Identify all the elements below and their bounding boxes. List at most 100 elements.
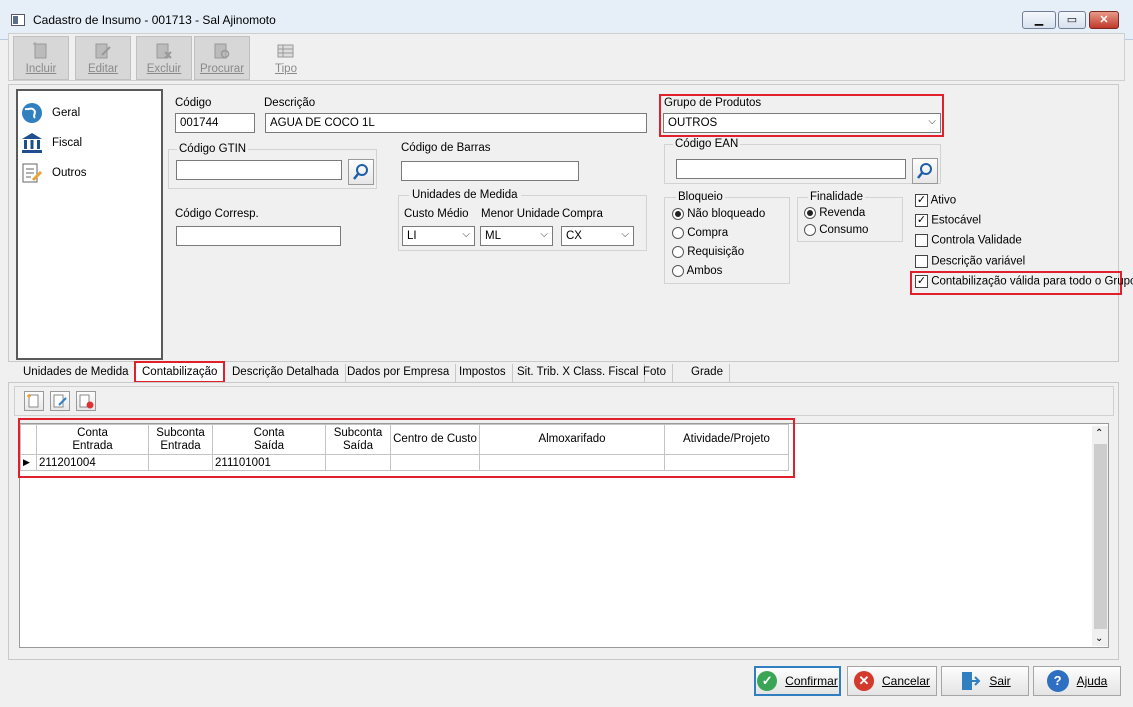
gtin-label: Código GTIN <box>177 143 249 155</box>
scroll-up-icon[interactable]: ⌃ <box>1095 428 1103 439</box>
procurar-button[interactable]: Procurar <box>194 36 250 80</box>
incluir-button[interactable]: Incluir <box>13 36 69 80</box>
finalidade-option[interactable]: Revenda <box>804 207 865 219</box>
maximize-button[interactable]: ▭ <box>1058 11 1086 29</box>
new-document-icon <box>33 42 47 59</box>
nav-item-outros[interactable]: Outros <box>20 161 87 185</box>
chevron-down-icon: ⌵ <box>540 229 548 240</box>
window-icon <box>11 14 25 26</box>
globe-icon <box>22 103 42 123</box>
search-document-icon <box>214 43 230 59</box>
delete-document-icon <box>156 43 172 59</box>
excluir-label: Excluir <box>146 63 182 75</box>
cancelar-label: Cancelar <box>881 674 931 688</box>
confirmar-label: Confirmar <box>785 674 838 688</box>
close-button[interactable]: ✕ <box>1089 11 1119 29</box>
ean-label: Código EAN <box>673 138 741 150</box>
ean-field[interactable] <box>676 159 906 179</box>
radio-button[interactable] <box>804 207 816 219</box>
tab-impostos[interactable]: Impostos <box>453 364 513 383</box>
check-circle-icon: ✓ <box>757 671 778 691</box>
radio-button[interactable] <box>672 227 684 239</box>
finalidade-option[interactable]: Consumo <box>804 224 868 236</box>
exit-door-icon <box>962 672 981 690</box>
editar-button[interactable]: Editar <box>75 36 131 80</box>
cancelar-button[interactable]: ✕ Cancelar <box>847 666 937 696</box>
search-icon <box>917 163 932 179</box>
grid-highlight <box>18 418 795 478</box>
tab-grade[interactable]: Grade <box>685 364 730 383</box>
tab-foto[interactable]: Foto <box>637 364 674 383</box>
radio-button[interactable] <box>672 265 684 277</box>
scroll-down-icon[interactable]: ⌄ <box>1095 633 1103 644</box>
bloqueio-label: Ambos <box>686 265 723 278</box>
nav-item-geral[interactable]: Geral <box>20 101 80 125</box>
codigo-field[interactable]: 001744 <box>175 113 255 133</box>
edit-row-icon <box>53 394 67 408</box>
nav-label-geral: Geral <box>52 107 81 119</box>
tab-sit-trib[interactable]: Sit. Trib. X Class. Fiscal <box>511 364 646 383</box>
nav-label-fiscal: Fiscal <box>52 137 83 149</box>
grid-edit-button[interactable] <box>50 391 70 411</box>
radio-button[interactable] <box>672 208 684 220</box>
checkbox-box <box>915 255 928 268</box>
bloqueio-option[interactable]: Não bloqueado <box>672 208 765 220</box>
radio-button[interactable] <box>804 224 816 236</box>
ativo-checkbox[interactable]: ✓ Ativo <box>915 194 956 207</box>
gtin-field[interactable] <box>176 160 342 180</box>
grupo-value: OUTROS <box>668 117 718 129</box>
window-title: Cadastro de Insumo - 001713 - Sal Ajinom… <box>33 13 276 27</box>
tab-descricao-detalhada[interactable]: Descrição Detalhada <box>226 364 346 383</box>
check-icon: ✓ <box>915 214 928 227</box>
new-row-icon <box>27 394 39 408</box>
bloqueio-option[interactable]: Compra <box>672 227 728 239</box>
grid-scroll-thumb[interactable] <box>1094 444 1107 629</box>
finalidade-label: Revenda <box>819 207 866 220</box>
sair-button[interactable]: Sair <box>941 666 1029 696</box>
tab-dados-por-empresa[interactable]: Dados por Empresa <box>341 364 457 383</box>
tipo-button[interactable]: Tipo <box>258 36 314 80</box>
tab-unidades-de-medida[interactable]: Unidades de Medida <box>17 364 136 383</box>
descricao-variavel-checkbox[interactable]: Descrição variável <box>915 255 1025 268</box>
bloqueio-option[interactable]: Requisição <box>672 246 744 258</box>
compra-label: Compra <box>562 208 603 220</box>
check-icon: ✓ <box>915 275 928 288</box>
check-icon: ✓ <box>915 194 928 207</box>
confirmar-button[interactable]: ✓ Confirmar <box>754 666 841 696</box>
bloqueio-label: Compra <box>687 227 729 240</box>
grid-delete-button[interactable] <box>76 391 96 411</box>
descricao-field[interactable]: AGUA DE COCO 1L <box>265 113 647 133</box>
nav-item-fiscal[interactable]: Fiscal <box>20 131 82 155</box>
bloqueio-option[interactable]: Ambos <box>672 265 722 277</box>
grupo-select[interactable]: OUTROS ⌵ <box>663 113 941 133</box>
help-icon: ? <box>1046 670 1069 692</box>
validade-label: Controla Validade <box>931 234 1022 247</box>
ean-search-button[interactable] <box>912 158 938 184</box>
estocavel-checkbox[interactable]: ✓ Estocável <box>915 214 981 227</box>
barras-field[interactable] <box>401 161 579 181</box>
descricao-variavel-label: Descrição variável <box>931 255 1026 268</box>
minimize-button[interactable]: ▁ <box>1022 11 1056 29</box>
validade-checkbox[interactable]: Controla Validade <box>915 234 1022 247</box>
codigo-label: Código <box>175 97 212 109</box>
ajuda-button[interactable]: ? Ajuda <box>1033 666 1121 696</box>
compra-select[interactable]: CX ⌵ <box>561 226 634 246</box>
tab-contabilizacao[interactable]: Contabilização <box>134 361 226 383</box>
corresp-field[interactable] <box>176 226 341 246</box>
contabilizacao-grupo-label: Contabilização válida para todo o Grupo <box>931 275 1133 288</box>
corresp-label: Código Corresp. <box>175 208 259 220</box>
bloqueio-label: Não bloqueado <box>687 208 766 221</box>
finalidade-label: Consumo <box>819 224 869 237</box>
excluir-button[interactable]: Excluir <box>136 36 192 80</box>
custo-select[interactable]: LI ⌵ <box>402 226 475 246</box>
nav-label-outros: Outros <box>52 167 87 179</box>
radio-button[interactable] <box>672 246 684 258</box>
menor-select[interactable]: ML ⌵ <box>480 226 553 246</box>
sair-label: Sair <box>989 674 1011 688</box>
delete-row-icon <box>79 394 94 409</box>
gtin-search-button[interactable] <box>348 159 374 185</box>
bloqueio-label: Requisição <box>687 246 745 259</box>
grid-add-button[interactable] <box>24 391 44 411</box>
contabilizacao-grupo-checkbox[interactable]: ✓ Contabilização válida para todo o Grup… <box>915 275 1133 288</box>
ativo-label: Ativo <box>930 194 957 207</box>
